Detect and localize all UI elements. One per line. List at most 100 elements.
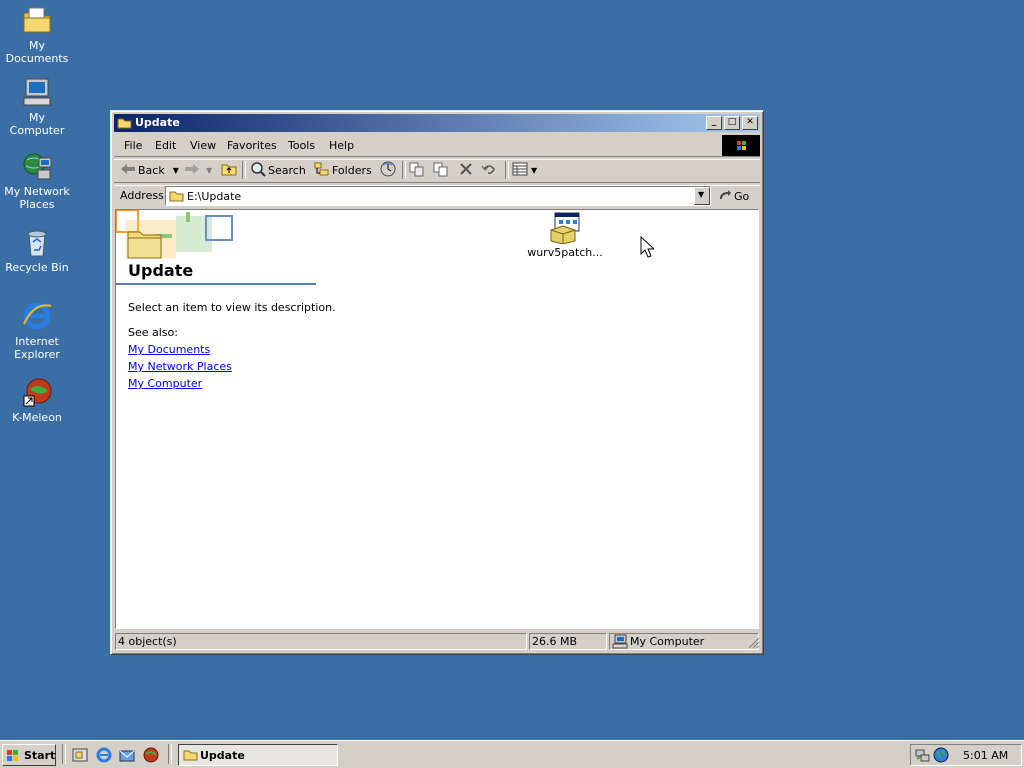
search-icon	[250, 161, 266, 180]
file-name: wurv5patch...	[527, 246, 603, 259]
desktop-icon-label: Recycle Bin	[5, 261, 69, 274]
address-bar: Address E:\Update ▼ Go	[114, 184, 760, 208]
file-item[interactable]: wurv5patch...	[522, 212, 608, 259]
close-button[interactable]: ✕	[742, 116, 758, 130]
chevron-down-icon[interactable]: ▼	[173, 166, 179, 175]
chevron-down-icon: ▼	[531, 165, 538, 175]
up-folder-button[interactable]	[221, 161, 237, 179]
go-label: Go	[734, 189, 750, 203]
history-icon	[380, 161, 396, 180]
menu-favorites[interactable]: Favorites	[227, 139, 277, 152]
delete-button[interactable]	[459, 161, 473, 179]
desktop-icon-my-computer[interactable]: My Computer	[0, 76, 74, 137]
folder-icon	[169, 189, 184, 205]
menu-file[interactable]: File	[124, 139, 142, 152]
resize-grip-icon[interactable]	[748, 637, 760, 652]
window-titlebar[interactable]: Update _ □ ✕	[114, 114, 760, 132]
see-also-label: See also:	[128, 326, 178, 339]
go-button[interactable]: Go	[718, 187, 749, 205]
chevron-down-icon: ▼	[698, 190, 705, 199]
go-arrow-icon	[718, 189, 732, 204]
maximize-button[interactable]: □	[724, 116, 740, 130]
windows-logo-icon	[722, 135, 760, 157]
network-tray-icon[interactable]	[915, 747, 931, 766]
desktop-icon-label: Internet Explorer	[14, 335, 60, 361]
views-button[interactable]: ▼	[512, 161, 537, 179]
link-my-documents[interactable]: My Documents	[128, 343, 210, 356]
status-objects: 4 object(s)	[115, 633, 527, 650]
copy-to-button[interactable]	[433, 161, 449, 179]
link-my-computer[interactable]: My Computer	[128, 377, 202, 390]
my-computer-icon	[612, 634, 628, 653]
move-to-icon	[409, 161, 425, 180]
internet-explorer-icon	[21, 300, 53, 332]
menu-help[interactable]: Help	[329, 139, 354, 152]
globe-tray-icon[interactable]	[933, 747, 949, 766]
system-tray: 5:01 AM	[910, 744, 1022, 766]
start-button[interactable]: Start	[2, 744, 56, 766]
network-places-icon	[21, 150, 53, 182]
desktop-icon-my-documents[interactable]: My Documents	[0, 4, 74, 65]
toolbar: Back ▼ ▼ Search Folders ▼	[114, 158, 760, 182]
back-arrow-icon	[120, 163, 136, 178]
taskbar-separator	[62, 744, 66, 764]
back-label: Back	[138, 163, 165, 177]
status-zone: My Computer	[609, 633, 759, 650]
folders-label: Folders	[332, 163, 372, 177]
menu-edit[interactable]: Edit	[155, 139, 176, 152]
webview-heading: Update	[128, 261, 194, 280]
desktop-icon-k-meleon[interactable]: K-Meleon	[0, 376, 74, 424]
desktop-icon-internet-explorer[interactable]: Internet Explorer	[0, 300, 74, 361]
link-my-network-places[interactable]: My Network Places	[128, 360, 232, 373]
webview-description: Select an item to view its description.	[128, 301, 336, 314]
search-label: Search	[268, 163, 306, 177]
address-dropdown-button[interactable]: ▼	[694, 187, 710, 205]
outlook-express-icon[interactable]	[119, 747, 135, 766]
internet-explorer-icon[interactable]	[96, 747, 112, 766]
explorer-window: Update _ □ ✕ File Edit View Favorites To…	[110, 110, 764, 655]
setup-program-icon	[549, 212, 581, 245]
up-folder-icon	[221, 162, 237, 179]
windows-logo-icon	[6, 748, 20, 765]
desktop-icon-label: My Computer	[9, 111, 65, 137]
address-label: Address	[120, 189, 164, 202]
folders-icon	[314, 161, 330, 180]
desktop-icon-label: My Documents	[5, 39, 69, 65]
undo-button[interactable]	[481, 161, 497, 179]
menu-view[interactable]: View	[190, 139, 216, 152]
folders-button[interactable]: Folders	[314, 161, 372, 179]
clock: 5:01 AM	[963, 749, 1009, 762]
address-value: E:\Update	[187, 190, 242, 203]
k-meleon-icon	[21, 376, 53, 408]
menu-tools[interactable]: Tools	[288, 139, 315, 152]
status-bar: 4 object(s) 26.6 MB My Computer	[114, 632, 760, 651]
desktop-icon-label: K-Meleon	[12, 411, 62, 424]
recycle-bin-icon	[21, 226, 53, 258]
forward-button[interactable]: ▼	[184, 161, 212, 179]
history-button[interactable]	[380, 161, 396, 179]
desktop-icon-label: My Network Places	[4, 185, 70, 211]
toolbar-separator	[242, 161, 246, 179]
minimize-button[interactable]: _	[706, 116, 722, 130]
undo-icon	[481, 162, 497, 179]
move-to-button[interactable]	[409, 161, 425, 179]
heading-underline	[116, 283, 316, 285]
desktop-icon-my-network-places[interactable]: My Network Places	[0, 150, 74, 211]
content-pane: Update Select an item to view its descri…	[115, 209, 759, 629]
show-desktop-icon[interactable]	[72, 747, 88, 766]
address-input[interactable]: E:\Update ▼	[165, 186, 711, 206]
taskbar-button-update[interactable]: Update	[178, 744, 338, 766]
search-button[interactable]: Search	[250, 161, 306, 179]
desktop-icon-recycle-bin[interactable]: Recycle Bin	[0, 226, 74, 274]
start-label: Start	[24, 749, 56, 762]
taskbar-separator	[168, 744, 172, 764]
window-title: Update	[135, 116, 180, 129]
my-documents-icon	[21, 4, 53, 36]
status-size: 26.6 MB	[529, 633, 607, 650]
chevron-down-icon[interactable]: ▼	[206, 166, 212, 175]
back-button[interactable]: Back ▼	[120, 161, 179, 179]
k-meleon-icon[interactable]	[143, 747, 159, 766]
my-computer-icon	[21, 76, 53, 108]
status-zone-label: My Computer	[630, 635, 705, 648]
folder-icon	[117, 116, 132, 132]
